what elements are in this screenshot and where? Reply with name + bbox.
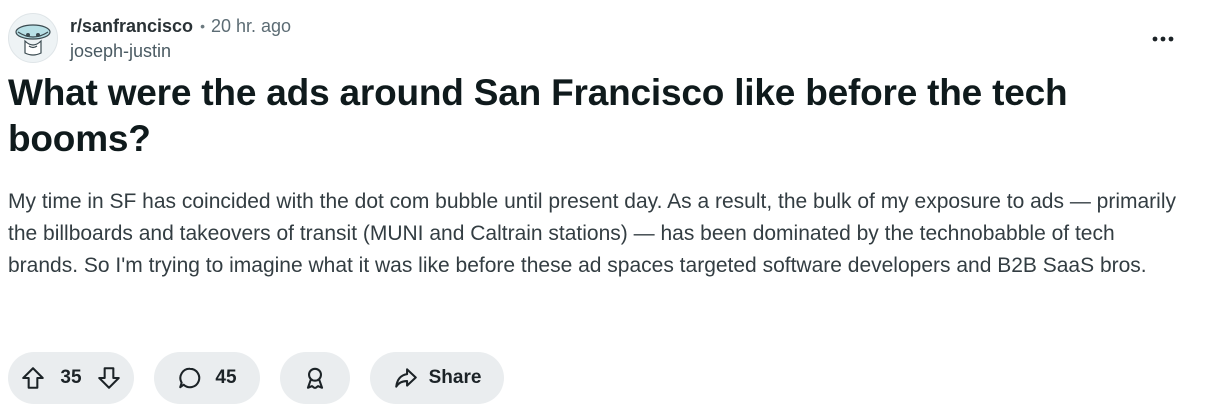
post-meta: r/sanfrancisco • 20 hr. ago joseph-justi…	[70, 14, 291, 63]
vote-control: 35	[8, 352, 134, 404]
share-button[interactable]: Share	[370, 352, 504, 404]
post-body: My time in SF has coincided with the dot…	[8, 190, 1176, 277]
more-options-icon	[1152, 36, 1174, 42]
reddit-post: r/sanfrancisco • 20 hr. ago joseph-justi…	[0, 0, 1210, 414]
subreddit-link[interactable]: r/sanfrancisco	[70, 14, 193, 38]
downvote-button[interactable]	[96, 365, 122, 391]
share-arrow-icon	[394, 368, 417, 388]
vote-count: 35	[60, 367, 82, 388]
downvote-arrow-icon	[98, 367, 120, 389]
meta-separator: •	[200, 17, 205, 34]
post-timestamp: 20 hr. ago	[210, 15, 292, 36]
post-header: r/sanfrancisco • 20 hr. ago joseph-justi…	[8, 12, 291, 64]
award-button[interactable]	[280, 352, 350, 404]
post-meta-top: r/sanfrancisco • 20 hr. ago	[70, 14, 291, 38]
upvote-arrow-icon	[22, 367, 44, 389]
comment-bubble-icon	[179, 367, 201, 389]
comments-button[interactable]: 45	[154, 352, 260, 404]
more-options-button[interactable]	[1150, 26, 1176, 52]
post-actions: 35 45 Share	[8, 352, 504, 404]
author-link[interactable]: joseph-justin	[70, 39, 291, 63]
upvote-button[interactable]	[20, 365, 46, 391]
subreddit-avatar-icon[interactable]	[8, 13, 58, 63]
comment-count: 45	[215, 367, 237, 388]
share-label: Share	[428, 367, 482, 388]
award-icon	[306, 367, 324, 390]
post-title[interactable]: What were the ads around San Francisco l…	[8, 70, 1158, 162]
